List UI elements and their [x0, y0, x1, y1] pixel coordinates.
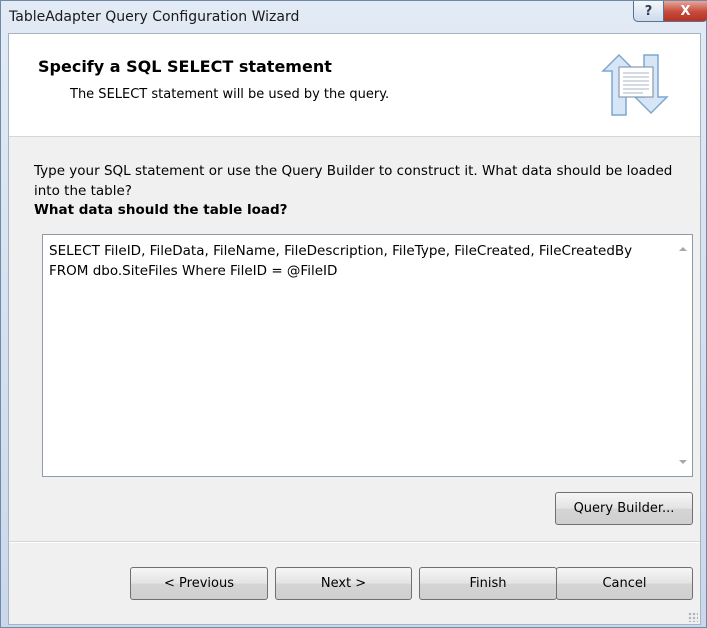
- scroll-up-icon[interactable]: [679, 247, 687, 251]
- page-subtitle: The SELECT statement will be used by the…: [70, 87, 390, 102]
- page-title: Specify a SQL SELECT statement: [38, 57, 332, 76]
- close-icon: X: [680, 3, 691, 19]
- close-button[interactable]: X: [663, 1, 707, 22]
- window-title: TableAdapter Query Configuration Wizard: [9, 9, 300, 25]
- wizard-body: Specify a SQL SELECT statement The SELEC…: [8, 33, 701, 625]
- resize-grip-icon[interactable]: [688, 612, 698, 622]
- wizard-window: TableAdapter Query Configuration Wizard …: [0, 0, 707, 628]
- sql-statement-textarea[interactable]: SELECT FileID, FileData, FileName, FileD…: [42, 234, 693, 477]
- cancel-button[interactable]: Cancel: [556, 567, 693, 600]
- sql-prompt-label: What data should the table load?: [34, 202, 288, 218]
- sql-statement-text[interactable]: SELECT FileID, FileData, FileName, FileD…: [49, 241, 664, 281]
- vertical-scrollbar[interactable]: [675, 235, 692, 476]
- help-button[interactable]: ?: [633, 1, 664, 22]
- help-icon: ?: [644, 3, 653, 19]
- title-bar[interactable]: TableAdapter Query Configuration Wizard …: [1, 1, 707, 33]
- wizard-header: Specify a SQL SELECT statement The SELEC…: [9, 34, 700, 137]
- previous-button[interactable]: < Previous: [130, 567, 268, 600]
- footer-separator: [9, 541, 700, 543]
- finish-button[interactable]: Finish: [419, 567, 557, 600]
- next-button[interactable]: Next >: [275, 567, 412, 600]
- query-builder-button[interactable]: Query Builder...: [555, 492, 693, 525]
- instructions-text: Type your SQL statement or use the Query…: [34, 163, 673, 199]
- database-table-icon: [601, 53, 669, 116]
- scroll-down-icon[interactable]: [679, 460, 687, 464]
